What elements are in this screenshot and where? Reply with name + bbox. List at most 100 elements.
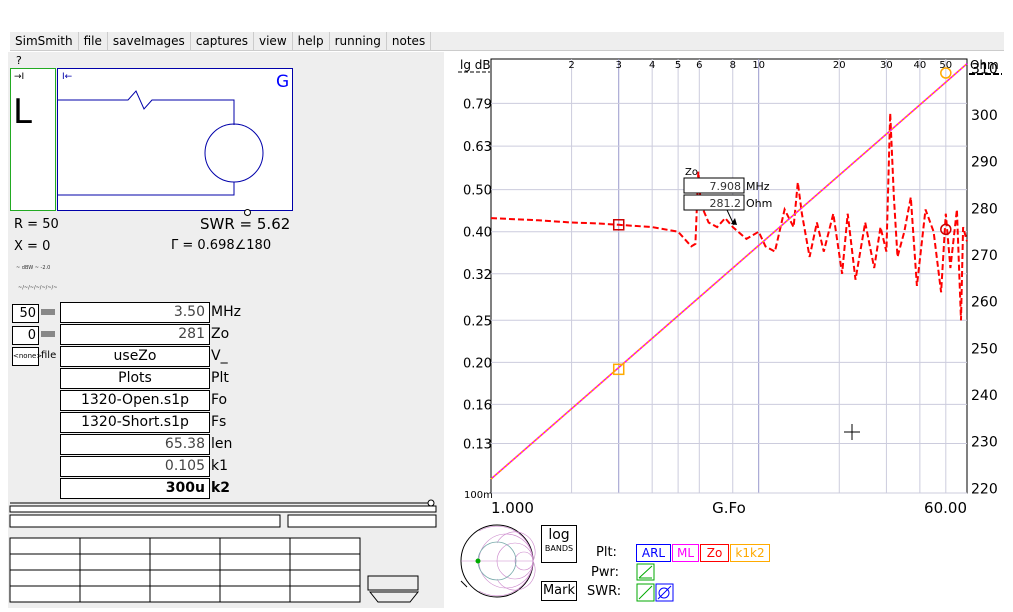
param-plt-label: Plt xyxy=(211,370,229,386)
left-tick-label: 100m xyxy=(464,490,493,501)
mark-button[interactable]: Mark xyxy=(541,581,577,601)
help-mark[interactable]: ? xyxy=(16,54,22,67)
left-tick-label: 0.16 xyxy=(463,398,492,413)
x-tick-label: 50 xyxy=(939,60,952,71)
tooltip-val: 281.2 xyxy=(710,197,742,210)
x-tick-label: 8 xyxy=(730,60,736,71)
param-zo-field[interactable]: 281 xyxy=(60,324,210,345)
none-select[interactable]: <none> xyxy=(12,347,42,366)
gamma-readout: Γ = 0.698∠180 xyxy=(171,238,272,253)
pwr-swr-toggles[interactable] xyxy=(636,563,676,603)
x-tick-label: 2 xyxy=(568,60,574,71)
arrow-left-icon: →I xyxy=(14,72,25,82)
left-tick-label: 0.20 xyxy=(463,356,492,371)
frequency-chart[interactable]: 2 3 4 5 6 8 10 20 30 40 50 0.79 0.63 0.50 0.40 0.32 0.25… xyxy=(446,52,1013,522)
generator-label: G xyxy=(276,72,290,92)
x-tick-label: 6 xyxy=(696,60,702,71)
menu-notes[interactable]: notes xyxy=(387,32,432,50)
load-label: L xyxy=(13,92,32,132)
param-k1-field[interactable]: 0.105 xyxy=(60,456,210,477)
x-readout: X = 0 xyxy=(14,239,51,254)
param-fo-field[interactable]: 1320-Open.s1p xyxy=(60,390,210,411)
param-zo-label: Zo xyxy=(211,326,230,342)
right-tick-label: 270 xyxy=(971,248,998,264)
menu-saveimages[interactable]: saveImages xyxy=(108,32,191,50)
right-tick-label: 220 xyxy=(971,481,998,497)
right-tick-label: 290 xyxy=(971,155,998,171)
menu-help[interactable]: help xyxy=(293,32,330,50)
tooltip-title: Zo xyxy=(685,167,698,178)
plot-arl-button[interactable]: ARL xyxy=(636,544,671,562)
menu-view[interactable]: view xyxy=(254,32,293,50)
tooltip-freq-unit: MHz xyxy=(746,180,770,193)
left-tick-label: 0.13 xyxy=(463,438,492,453)
generator-schematic xyxy=(58,90,264,196)
menu-simsmith[interactable]: SimSmith xyxy=(10,32,79,50)
param-fs-label: Fs xyxy=(211,414,227,430)
left-tick-label: 0.79 xyxy=(463,97,492,112)
x-max-label: 60.00 xyxy=(924,499,967,517)
param-mhz-label: MHz xyxy=(211,304,241,320)
left-tick-label: 0.25 xyxy=(463,314,492,329)
x-tick-label: 3 xyxy=(616,60,622,71)
zo-unit-icon xyxy=(41,309,55,315)
left-axis-title: lg dB xyxy=(460,58,491,72)
param-len-label: len xyxy=(211,436,233,452)
generator-block[interactable] xyxy=(57,68,293,211)
x-tick-label: 4 xyxy=(649,60,655,71)
x-tick-label: 40 xyxy=(913,60,926,71)
left-tick-label: 0.50 xyxy=(463,184,492,199)
x-tick-label: 5 xyxy=(675,60,681,71)
param-k1-label: k1 xyxy=(211,458,229,474)
x-min-label: 1.000 xyxy=(491,499,534,517)
component-palette[interactable] xyxy=(8,498,444,608)
plot-area xyxy=(490,58,968,494)
right-axis-title: Ohm xyxy=(970,58,999,72)
plot-zo-button[interactable]: Zo xyxy=(700,544,729,562)
right-tick-label: 250 xyxy=(971,341,998,357)
x-tick-label: 20 xyxy=(833,60,846,71)
plot-ml-button[interactable]: ML xyxy=(672,544,699,562)
tooltip-val-unit: Ohm xyxy=(746,197,772,210)
zo-input[interactable]: 50 xyxy=(12,304,39,323)
param-k2-label: k2 xyxy=(211,480,231,496)
right-tick-label: 280 xyxy=(971,201,998,217)
right-tick-label: 230 xyxy=(971,435,998,451)
bands-label: BANDS xyxy=(544,544,574,553)
swr-label: SWR: xyxy=(587,584,622,599)
menu-running[interactable]: running xyxy=(330,32,387,50)
param-len-field[interactable]: 65.38 xyxy=(60,434,210,455)
swr-readout: SWR = 5.62 xyxy=(200,215,291,233)
right-tick-label: 240 xyxy=(971,388,998,404)
offset-input[interactable]: 0 xyxy=(12,326,39,345)
param-k2-field[interactable]: 300u xyxy=(60,478,210,499)
right-tick-label: 300 xyxy=(971,108,998,124)
param-mhz-field[interactable]: 3.50 xyxy=(60,302,210,323)
r-readout: R = 50 xyxy=(14,217,59,232)
param-plt-field[interactable]: Plots xyxy=(60,368,210,389)
pwr-label: Pwr: xyxy=(591,565,619,580)
extra-readout: ~/~/~/~/~/~/~ xyxy=(18,285,58,291)
param-fo-label: Fo xyxy=(211,392,228,408)
file-label[interactable]: file xyxy=(41,350,56,361)
left-tick-label: 0.63 xyxy=(463,140,492,155)
plt-label: Plt: xyxy=(596,545,617,560)
load-block[interactable] xyxy=(10,68,56,211)
param-fs-field[interactable]: 1320-Short.s1p xyxy=(60,412,210,433)
left-tick-label: 0.40 xyxy=(463,226,492,241)
right-tick-label: 260 xyxy=(971,295,998,311)
power-readout: ~ dBW ~ -2.0 xyxy=(16,265,51,271)
menu-captures[interactable]: captures xyxy=(191,32,254,50)
smith-chart-thumbnail[interactable] xyxy=(459,523,537,599)
x-tick-label: 10 xyxy=(752,60,765,71)
offset-unit-icon xyxy=(41,331,55,337)
arrow-right-icon: I← xyxy=(62,72,73,82)
menu-bar: SimSmith file saveImages captures view help ru… xyxy=(10,32,1004,51)
menu-file[interactable]: file xyxy=(79,32,108,50)
plot-k1k2-button[interactable]: k1k2 xyxy=(730,544,770,562)
log-bands-button[interactable]: log BANDS xyxy=(541,525,577,563)
log-label: log xyxy=(548,527,570,543)
x-tick-label: 30 xyxy=(880,60,893,71)
param-v_-field[interactable]: useZo xyxy=(60,346,210,367)
x-axis-title: G.Fo xyxy=(712,499,746,517)
